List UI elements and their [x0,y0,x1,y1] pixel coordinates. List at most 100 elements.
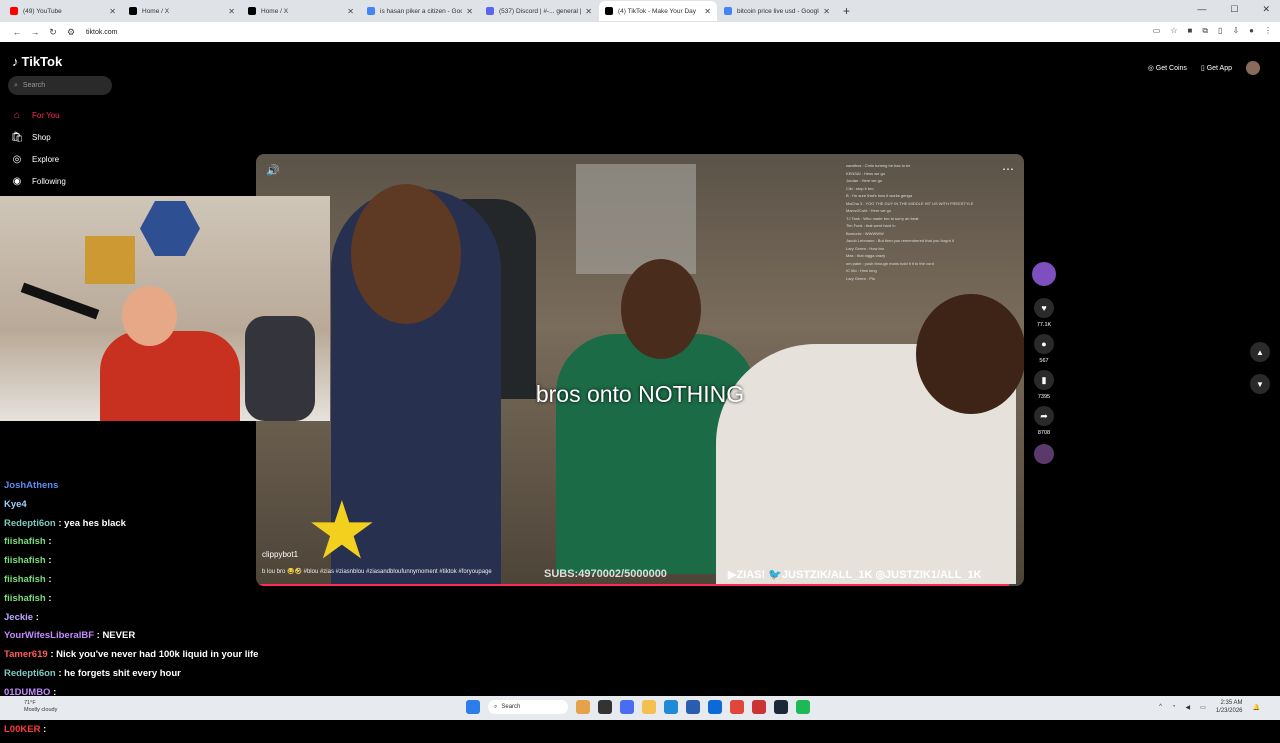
app-red-icon[interactable] [752,700,766,714]
overlay-chat-line: Lary Green : Pls [846,275,875,281]
sidebar-item-for-you[interactable]: ⌂ For You [10,104,66,126]
sidebar-item-shop[interactable]: 🛍 Shop [10,126,66,148]
chat-text: : [48,536,52,548]
reload-icon[interactable]: ↻ [44,27,62,38]
previous-video-icon[interactable]: ▲ [1250,342,1270,362]
chat-username[interactable]: fiishafish [4,593,46,604]
browser-tab[interactable]: (49) YouTube ✕ [4,1,122,21]
tab-favicon-icon [605,7,613,15]
sidebar-item-label: Shop [32,132,51,142]
menu-icon[interactable]: ⋮ [1264,26,1272,36]
download-icon[interactable]: ⇩ [1232,26,1239,36]
tab-close-icon[interactable]: ✕ [109,7,116,16]
tab-close-icon[interactable]: ✕ [704,7,711,16]
get-app-label: Get App [1206,65,1232,72]
maximize-icon[interactable]: ☐ [1230,4,1238,15]
chat-username[interactable]: Redepti6on [4,668,56,679]
chat-username[interactable]: Redepti6on [4,518,56,529]
store-icon[interactable] [686,700,700,714]
wifi-icon[interactable]: ◔ [1172,704,1176,710]
chat-username[interactable]: Kye4 [4,499,27,510]
chat-username[interactable]: YourWifesLiberalBF [4,630,94,641]
browser-tab[interactable]: (537) Discord | #-... general | ✕ [480,1,598,21]
spotify-icon[interactable] [796,700,810,714]
logo-text: TikTok [21,54,63,69]
chat-username[interactable]: fiishafish [4,555,46,566]
taskbar-search[interactable]: ⌕ Search [488,700,568,714]
chat-username[interactable]: Tamer619 [4,649,48,660]
music-disc-icon[interactable] [1034,444,1054,464]
volume-icon[interactable]: 🔊 [266,164,280,177]
tiktok-logo[interactable]: ♪ TikTok [12,54,62,69]
search-input[interactable]: ⌕ Search [8,76,112,95]
tab-close-icon[interactable]: ✕ [585,7,592,16]
comment-icon[interactable]: ● [1034,334,1054,354]
sidebar-item-explore[interactable]: ◎ Explore [10,148,66,170]
steam-icon[interactable] [774,700,788,714]
site-info-icon[interactable]: ⚙ [62,27,80,38]
video-progress-bar[interactable] [256,584,1024,586]
get-app-button[interactable]: ▯ Get App [1201,64,1232,72]
browser-tab[interactable]: is hasan piker a citizen - Goog ✕ [361,1,479,21]
forward-icon[interactable]: → [26,27,44,37]
extension-icon[interactable]: ■ [1187,26,1192,36]
share-icon[interactable]: ➦ [1034,406,1054,426]
url-field[interactable]: tiktok.com [86,29,118,36]
sidebar-item-following[interactable]: ◉ Following [10,170,66,192]
chat-username[interactable]: L00KER [4,724,40,735]
chat-username[interactable]: fiishafish [4,574,46,585]
overlay-chat-line: TJ Tank : Who made bro to sorry ah beat [846,215,919,221]
task-view-icon[interactable] [598,700,612,714]
tab-close-icon[interactable]: ✕ [823,7,830,16]
chrome-icon[interactable] [730,700,744,714]
windows-start-icon[interactable] [466,700,480,714]
bookmark-icon[interactable]: ▮ [1034,370,1054,390]
weather-widget[interactable]: 71°F Mostly cloudy [24,700,57,714]
edge-icon[interactable] [664,700,678,714]
share-action[interactable]: ➦ 8708 [1034,406,1054,436]
browser-tab[interactable]: (4) TikTok - Make Your Day ✕ [599,1,717,21]
chat-username[interactable]: Jeckie [4,612,33,623]
heart-icon[interactable]: ♥ [1034,298,1054,318]
cast-icon[interactable]: ▭ [1153,26,1161,36]
sidebar-item-label: Explore [32,154,60,164]
chat-username[interactable]: JoshAthens [4,480,58,491]
speaker-icon[interactable]: ◀ [1186,704,1191,711]
browser-toolbar-icons: ▭ ☆ ■ ⧉ ▯ ⇩ ● ⋮ [1153,26,1272,36]
comment-action[interactable]: ● 567 [1034,334,1054,364]
sidebar-icon[interactable]: ▯ [1218,26,1222,36]
tab-favicon-icon [367,7,375,15]
next-video-icon[interactable]: ▼ [1250,374,1270,394]
user-avatar[interactable] [1246,61,1260,75]
browser-tab[interactable]: bitcoin price live usd - Google ✕ [718,1,836,21]
copilot-icon[interactable] [620,700,634,714]
video-author[interactable]: clippybot1 [262,550,298,559]
extensions-puzzle-icon[interactable]: ⧉ [1202,26,1208,36]
pencil-app-icon[interactable] [576,700,590,714]
get-coins-button[interactable]: ◎ Get Coins [1148,64,1187,72]
new-tab-button[interactable]: + [843,4,850,18]
browser-tab[interactable]: Home / X ✕ [123,1,241,21]
notification-bell-icon[interactable]: 🔔 [1253,704,1260,711]
tab-close-icon[interactable]: ✕ [466,7,473,16]
tab-close-icon[interactable]: ✕ [347,7,354,16]
chat-username[interactable]: fiishafish [4,536,46,547]
chat-message: Redepti6on : yea hes black [4,518,258,537]
video-caption: bros onto NOTHING [535,381,745,407]
back-icon[interactable]: ← [8,27,26,37]
clock[interactable]: 2:35 AM 1/23/2026 [1216,699,1243,715]
tray-chevron-icon[interactable]: ^ [1159,704,1162,710]
file-explorer-icon[interactable] [642,700,656,714]
creator-avatar[interactable] [1032,262,1056,286]
tab-close-icon[interactable]: ✕ [228,7,235,16]
browser-tab[interactable]: Home / X ✕ [242,1,360,21]
profile-icon[interactable]: ● [1249,26,1254,36]
like-action[interactable]: ♥ 77.1K [1034,298,1054,328]
video-player[interactable]: ★ 🔊 ⋯ zarathos : Chris turning he has to… [256,154,1024,586]
minimize-icon[interactable]: — [1197,4,1206,15]
mail-icon[interactable] [708,700,722,714]
battery-icon[interactable]: ▭ [1200,704,1206,711]
save-action[interactable]: ▮ 7395 [1034,370,1054,400]
close-window-icon[interactable]: ✕ [1262,4,1270,15]
bookmark-star-icon[interactable]: ☆ [1170,26,1177,36]
